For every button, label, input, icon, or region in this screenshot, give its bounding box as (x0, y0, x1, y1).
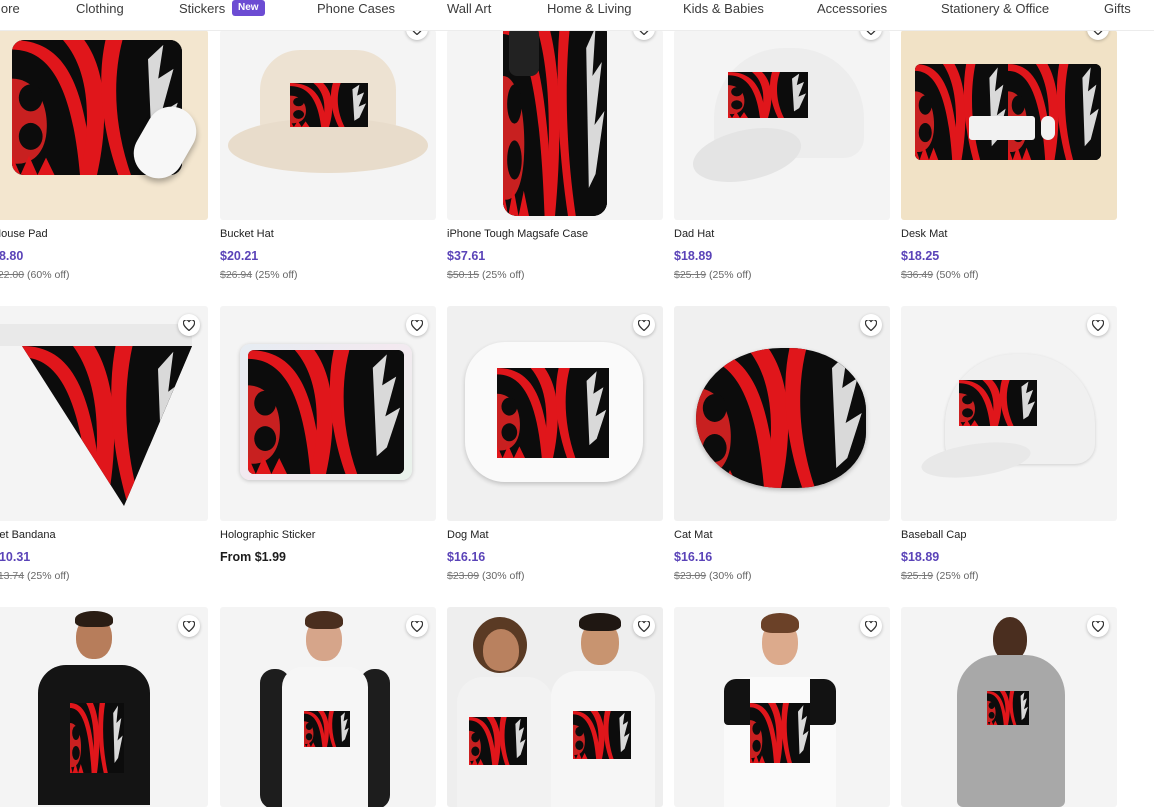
product-image[interactable] (447, 607, 663, 807)
product-original-price: $13.74 (25% off) (0, 570, 70, 582)
sleeve-right (810, 679, 836, 725)
product-price: $37.61 (447, 249, 486, 263)
product-original-price: $26.94 (25% off) (220, 269, 298, 281)
product-image[interactable] (220, 607, 436, 807)
product-image[interactable] (0, 30, 208, 220)
cap-print (959, 380, 1037, 426)
bandana-band (0, 324, 192, 346)
favorite-heart-icon[interactable] (1087, 615, 1109, 637)
nav-item-gifts[interactable]: Gifts (1104, 1, 1131, 17)
tshirt-print (750, 703, 810, 763)
product-original-price: $36.49 (50% off) (901, 269, 979, 281)
nav-item-explore[interactable]: lore (0, 1, 20, 17)
product-image[interactable] (0, 607, 208, 807)
sleeve-left (724, 679, 750, 725)
product-original-price: $23.09 (30% off) (674, 570, 752, 582)
product-title[interactable]: Pet Bandana (0, 529, 56, 541)
favorite-heart-icon[interactable] (406, 30, 428, 40)
product-image[interactable] (674, 607, 890, 807)
product-image[interactable] (0, 306, 208, 521)
product-image[interactable] (901, 306, 1117, 521)
product-price: From $1.99 (220, 550, 287, 564)
favorite-heart-icon[interactable] (1087, 314, 1109, 336)
product-original-price: $25.19 (25% off) (674, 269, 752, 281)
hoodie-shape (957, 655, 1065, 807)
favorite-heart-icon[interactable] (178, 615, 200, 637)
product-image[interactable] (674, 30, 890, 220)
favorite-heart-icon[interactable] (633, 314, 655, 336)
cat-mat-art (696, 348, 866, 488)
nav-item-home-living[interactable]: Home & Living (547, 1, 632, 17)
mouse-shape (1041, 116, 1055, 140)
camera-module (509, 30, 539, 76)
nav-item-stickers[interactable]: Stickers (179, 1, 225, 17)
nav-item-wall-art[interactable]: Wall Art (447, 1, 491, 17)
tshirt-print (70, 703, 124, 773)
product-title[interactable]: Cat Mat (674, 529, 713, 541)
product-original-price: $25.19 (25% off) (901, 570, 979, 582)
favorite-heart-icon[interactable] (860, 30, 882, 40)
new-badge: New (232, 0, 265, 16)
product-image[interactable] (447, 30, 663, 220)
product-original-price: $22.00 (60% off) (0, 269, 70, 281)
product-image[interactable] (901, 30, 1117, 220)
tshirt-print (304, 711, 350, 747)
product-image[interactable] (447, 306, 663, 521)
favorite-heart-icon[interactable] (1087, 30, 1109, 40)
product-title[interactable]: Mouse Pad (0, 228, 48, 240)
favorite-heart-icon[interactable] (406, 615, 428, 637)
product-image[interactable] (220, 306, 436, 521)
product-price: $10.31 (0, 550, 31, 564)
bandana-art (22, 346, 192, 506)
product-title[interactable]: Baseball Cap (901, 529, 966, 541)
cap-brim (919, 436, 1033, 484)
dog-mat-art (497, 368, 609, 458)
product-image[interactable] (901, 607, 1117, 807)
product-title[interactable]: Holographic Sticker (220, 529, 315, 541)
product-price: $18.25 (901, 249, 940, 263)
product-title[interactable]: Dad Hat (674, 228, 714, 240)
desk-mat-art (915, 64, 1101, 160)
nav-item-stationery-office[interactable]: Stationery & Office (941, 1, 1049, 17)
favorite-heart-icon[interactable] (860, 314, 882, 336)
category-nav: lore Clothing Stickers New Phone Cases W… (0, 0, 1154, 31)
favorite-heart-icon[interactable] (406, 314, 428, 336)
product-title[interactable]: Desk Mat (901, 228, 947, 240)
product-price: $18.89 (901, 550, 940, 564)
hat-print (290, 83, 368, 127)
product-title[interactable]: Dog Mat (447, 529, 489, 541)
keyboard-shape (969, 116, 1035, 140)
model-hair (305, 611, 343, 629)
nav-item-phone-cases[interactable]: Phone Cases (317, 1, 395, 17)
product-image[interactable] (220, 30, 436, 220)
cap-print (728, 72, 808, 118)
model-head (483, 629, 519, 671)
nav-item-accessories[interactable]: Accessories (817, 1, 887, 17)
phone-case-art (503, 30, 607, 216)
model-hair (761, 613, 799, 633)
product-image[interactable] (674, 306, 890, 521)
hoodie-print (987, 691, 1029, 725)
product-price: $18.89 (674, 249, 713, 263)
product-price: $16.16 (674, 550, 713, 564)
favorite-heart-icon[interactable] (860, 615, 882, 637)
product-original-price: $23.09 (30% off) (447, 570, 525, 582)
product-price: $16.16 (447, 550, 486, 564)
nav-item-kids-babies[interactable]: Kids & Babies (683, 1, 764, 17)
favorite-heart-icon[interactable] (633, 30, 655, 40)
product-price: $20.21 (220, 249, 259, 263)
tshirt-print (469, 717, 527, 765)
product-original-price: $50.15 (25% off) (447, 269, 525, 281)
nav-item-clothing[interactable]: Clothing (76, 1, 124, 17)
model-hair (75, 611, 113, 627)
model-hair (579, 613, 621, 631)
favorite-heart-icon[interactable] (633, 615, 655, 637)
product-title[interactable]: iPhone Tough Magsafe Case (447, 228, 588, 240)
favorite-heart-icon[interactable] (178, 314, 200, 336)
sticker-art (248, 350, 404, 474)
product-title[interactable]: Bucket Hat (220, 228, 274, 240)
tshirt-print (573, 711, 631, 759)
product-price: $8.80 (0, 249, 24, 263)
